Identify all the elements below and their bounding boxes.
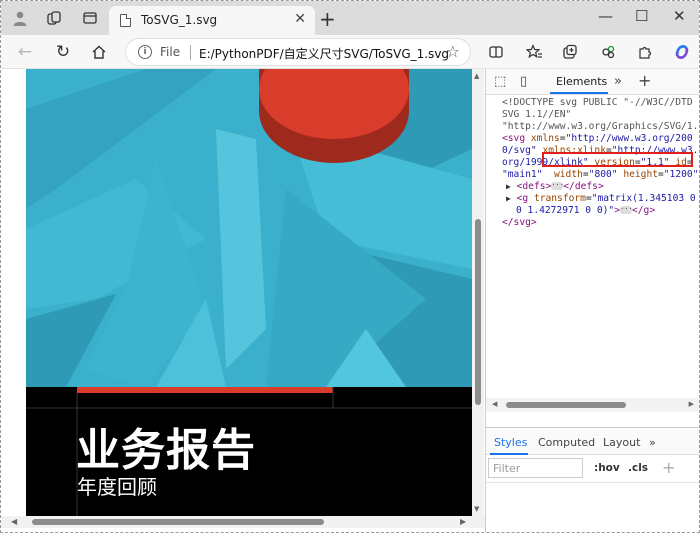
scroll-right-icon[interactable]: ▶ [460,517,466,526]
browser-window: ToSVG_1.svg ✕ + — ☐ ✕ ← ↻ i File E:/Pyth… [0,0,700,533]
svg-close-line[interactable]: </svg> [502,217,537,229]
scroll-right-icon[interactable]: ▶ [689,400,694,408]
browser-tab[interactable]: ToSVG_1.svg ✕ [109,6,315,35]
add-tool-icon[interactable]: + [638,71,651,90]
inspect-icon[interactable]: ⬚ [494,74,506,89]
device-toolbar-icon[interactable]: ▯ [520,74,527,89]
tab-styles[interactable]: Styles [494,436,527,449]
profile-icon[interactable] [11,9,29,27]
defs-node[interactable]: ▶ <defs>···</defs> [506,181,604,193]
title-bar: ToSVG_1.svg ✕ + — ☐ ✕ [1,1,699,35]
scroll-down-icon[interactable]: ▼ [474,505,479,513]
minimize-icon[interactable]: — [598,7,613,25]
address-prefix: File [160,45,181,59]
expand-triangle-icon[interactable]: ▶ [506,194,511,203]
page-horizontal-scrollbar[interactable]: ◀ ▶ [1,516,485,528]
favorites-icon[interactable] [523,41,545,63]
more-tabs-icon[interactable]: » [614,74,622,89]
highlight-box [542,152,693,167]
star-icon[interactable]: ☆ [446,42,460,61]
hover-state-toggle[interactable]: :hov [594,462,620,474]
close-tab-icon[interactable]: ✕ [294,11,306,27]
svg-open-line-1[interactable]: <svg xmlns="http://www.w3.org/200 [502,133,693,145]
horizontal-scroll-thumb[interactable] [32,519,324,525]
svg-open-line-4[interactable]: "main1" width="800" height="1200"> [502,169,699,181]
ellipsis-icon[interactable]: ··· [619,206,633,214]
g-node-line-1[interactable]: ▶ <g transform="matrix(1.345103 0 [506,193,696,205]
scroll-up-icon[interactable]: ▲ [474,72,479,80]
page-vertical-scrollbar[interactable]: ▲ ▼ [472,69,484,516]
maximize-icon[interactable]: ☐ [635,7,648,25]
home-icon[interactable] [88,41,110,63]
filter-input[interactable]: Filter [488,458,583,478]
report-title: 业务报告 [76,426,256,475]
copilot-icon[interactable] [671,41,693,63]
dom-tree: <!DOCTYPE svg PUBLIC "-//W3C//DTD SVG 1.… [486,97,699,397]
doctype-line-1[interactable]: <!DOCTYPE svg PUBLIC "-//W3C//DTD [502,97,693,109]
devtools-tabbar: ⬚ ▯ Elements » + [486,69,699,95]
more-tabs-icon[interactable]: » [649,436,656,449]
styles-filter-bar: Filter :hov .cls + [486,455,699,483]
dom-horizontal-scrollbar[interactable]: ◀ ▶ [486,398,699,412]
extensions-puzzle-icon[interactable] [634,41,656,63]
g-node-line-2[interactable]: 0 1.4272971 0 0)">···</g> [516,205,655,217]
refresh-icon[interactable]: ↻ [52,41,74,63]
svg-document: 业务报告 年度回顾 [26,69,472,516]
workspaces-icon[interactable] [45,9,63,27]
expand-triangle-icon[interactable]: ▶ [506,182,511,191]
report-subtitle: 年度回顾 [77,477,157,499]
vertical-scroll-thumb[interactable] [475,219,481,405]
scroll-left-icon[interactable]: ◀ [492,400,497,408]
new-style-rule-icon[interactable]: + [662,458,675,477]
close-window-icon[interactable]: ✕ [673,7,686,25]
active-tab-indicator [550,92,608,94]
class-toggle[interactable]: .cls [628,462,648,474]
doctype-line-2[interactable]: SVG 1.1//EN" [502,109,571,121]
doctype-line-3[interactable]: "http://www.w3.org/Graphics/SVG/1.1 [502,121,699,133]
url-text[interactable]: E:/PythonPDF/自定义尺寸SVG/ToSVG_1.svg [199,45,449,62]
dom-scroll-thumb[interactable] [506,402,626,408]
tab-layout[interactable]: Layout [603,436,640,449]
info-icon[interactable]: i [138,45,152,59]
tab-title: ToSVG_1.svg [141,13,218,27]
ellipsis-icon[interactable]: ··· [551,182,564,190]
extension-icon[interactable] [597,41,619,63]
address-separator [190,45,191,60]
tab-elements[interactable]: Elements [556,75,607,88]
new-tab-icon[interactable]: + [319,7,336,31]
split-screen-icon[interactable] [485,41,507,63]
collections-icon[interactable] [559,41,581,63]
page-viewport: 业务报告 年度回顾 ▲ ▼ ◀ ▶ [1,69,485,532]
tab-actions-icon[interactable] [81,9,99,27]
file-icon [120,14,131,27]
navigation-bar: ← ↻ i File E:/PythonPDF/自定义尺寸SVG/ToSVG_1… [1,35,699,69]
scroll-left-icon[interactable]: ◀ [11,517,17,526]
devtools-panel: ⬚ ▯ Elements » + <!DOCTYPE svg PUBLIC "-… [485,69,699,532]
address-bar[interactable]: i File E:/PythonPDF/自定义尺寸SVG/ToSVG_1.svg… [125,38,471,66]
back-icon[interactable]: ← [14,41,36,63]
styles-tabbar: Styles Computed Layout » [486,427,699,455]
tab-computed[interactable]: Computed [538,436,595,449]
